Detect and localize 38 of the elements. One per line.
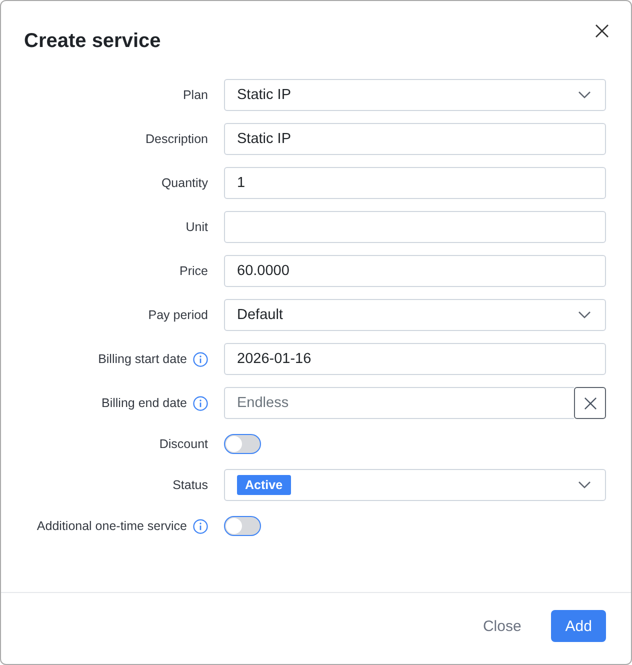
field-label: Billing start date (98, 352, 187, 366)
field-label: Additional one-time service (36, 519, 187, 533)
input-field[interactable]: 2026-01-16 (224, 343, 606, 375)
dialog-title: Create service (24, 29, 161, 54)
field-label: Billing end date (102, 396, 187, 410)
info-icon[interactable] (193, 518, 208, 534)
date-field[interactable]: Endless (224, 387, 574, 419)
toggle-switch[interactable] (224, 516, 261, 536)
select-field[interactable]: Active (224, 469, 606, 501)
clear-button[interactable] (574, 387, 606, 419)
select-value: Default (237, 307, 283, 323)
info-icon[interactable] (193, 396, 208, 410)
field-label: Pay period (148, 308, 208, 322)
toggle-switch[interactable] (224, 434, 261, 454)
chevron-down-icon (578, 481, 591, 489)
close-button[interactable]: Close (468, 610, 536, 642)
field-label: Description (145, 132, 208, 146)
field-label: Price (180, 264, 208, 278)
input-field[interactable]: 60.0000 (224, 255, 606, 287)
close-button[interactable] (593, 22, 611, 40)
info-icon[interactable] (193, 352, 208, 366)
input-field[interactable]: 1 (224, 167, 606, 199)
input-field[interactable]: Static IP (224, 123, 606, 155)
field-label: Plan (182, 88, 208, 102)
chevron-down-icon (578, 311, 591, 319)
field-label: Status (172, 478, 208, 492)
select-field[interactable]: Default (224, 299, 606, 331)
close-icon (595, 24, 609, 38)
input-field[interactable] (224, 211, 606, 243)
field-label: Discount (159, 437, 208, 451)
field-label: Unit (186, 220, 208, 234)
select-field[interactable]: Static IP (224, 79, 606, 111)
field-label: Quantity (161, 176, 208, 190)
chevron-down-icon (578, 91, 591, 99)
close-icon (584, 396, 596, 410)
status-badge: Active (237, 475, 291, 495)
select-value: Static IP (237, 87, 291, 103)
add-button[interactable]: Add (551, 610, 606, 642)
